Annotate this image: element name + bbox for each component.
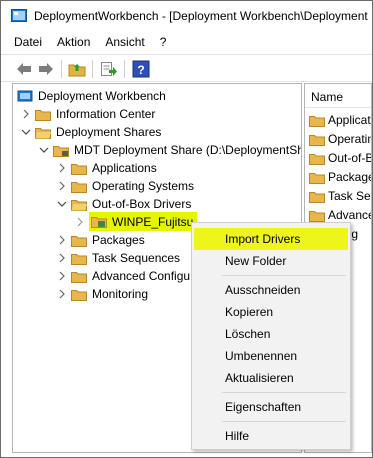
chevron-right-icon[interactable] [57, 163, 67, 173]
list-item-label: Packages [328, 170, 371, 184]
chevron-right-icon[interactable] [57, 253, 67, 263]
chevron-right-icon[interactable] [57, 235, 67, 245]
tree-label: Information Center [56, 107, 156, 121]
list-item-label: Operating [328, 132, 371, 146]
folder-icon [71, 235, 87, 247]
menu-item-copy[interactable]: Kopieren [194, 301, 348, 323]
folder-open-icon [71, 199, 87, 211]
export-list-icon[interactable] [100, 60, 118, 78]
folder-icon [71, 181, 87, 193]
chevron-right-icon[interactable] [75, 217, 85, 227]
app-icon [11, 9, 27, 22]
chevron-right-icon[interactable] [57, 289, 67, 299]
menu-item-rename[interactable]: Umbenennen [194, 345, 348, 367]
forward-arrow-icon[interactable] [37, 60, 55, 78]
folder-icon [309, 153, 325, 165]
folder-icon [71, 163, 87, 175]
menu-separator [222, 392, 346, 393]
folder-icon [71, 271, 87, 283]
tree-label: Operating Systems [92, 179, 195, 193]
tree-node-mdt-share[interactable]: MDT Deployment Share (D:\DeploymentSh [39, 141, 302, 159]
chevron-right-icon[interactable] [57, 271, 67, 281]
menu-item-cut[interactable]: Ausschneiden [194, 279, 348, 301]
tree-label: Deployment Shares [56, 125, 162, 139]
driver-folder-icon [91, 217, 107, 228]
tree-node-packages[interactable]: Packages [57, 231, 145, 249]
folder-icon [71, 289, 87, 301]
folder-icon [309, 115, 325, 127]
menu-separator [222, 421, 346, 422]
chevron-down-icon[interactable] [21, 127, 31, 137]
tree-node-applications[interactable]: Applications [57, 159, 157, 177]
list-item[interactable]: Packages [309, 168, 371, 186]
folder-icon [309, 134, 325, 146]
tree-node-winpe-fujitsu[interactable]: WINPE_Fujitsu [75, 212, 198, 231]
svg-text:?: ? [137, 63, 144, 77]
tree-node-operating-systems[interactable]: Operating Systems [57, 177, 194, 195]
chevron-down-icon[interactable] [39, 145, 49, 155]
list-item[interactable]: Applicatio [309, 111, 371, 129]
menu-item-import-drivers[interactable]: Import Drivers [194, 228, 348, 250]
tree-label: WINPE_Fujitsu [112, 214, 194, 229]
folder-icon [309, 172, 325, 184]
list-item-label: Applicatio [328, 113, 371, 127]
menu-item-help[interactable]: Hilfe [194, 425, 348, 447]
tree-node-advanced-configuration[interactable]: Advanced Configu [57, 267, 190, 285]
toolbar-separator [61, 60, 62, 78]
tree-node-out-of-box-drivers[interactable]: Out-of-Box Drivers [57, 195, 191, 213]
toolbar-separator [124, 60, 125, 78]
chevron-right-icon[interactable] [57, 181, 67, 191]
back-arrow-icon[interactable] [15, 60, 33, 78]
menu-separator [222, 275, 346, 276]
folder-open-icon [35, 127, 51, 139]
up-folder-icon[interactable] [68, 60, 86, 78]
folder-icon [35, 109, 51, 121]
tree-node-task-sequences[interactable]: Task Sequences [57, 249, 180, 267]
workbench-icon [17, 90, 33, 101]
tree-label: Task Sequences [92, 251, 181, 265]
list-item[interactable]: Operating [309, 130, 371, 148]
share-folder-icon [53, 145, 69, 157]
toolbar-separator [92, 60, 93, 78]
tree-label: Applications [92, 161, 157, 175]
tree-label: MDT Deployment Share (D:\DeploymentSh [74, 143, 302, 157]
menu-help[interactable]: ? [160, 35, 167, 49]
menu-file[interactable]: Datei [14, 35, 42, 49]
window-title: DeploymentWorkbench - [Deployment Workbe… [34, 9, 368, 23]
folder-icon [71, 253, 87, 265]
help-icon[interactable]: ? [132, 60, 150, 78]
list-item-label: Advance [328, 208, 372, 222]
column-header-name[interactable]: Name [305, 84, 371, 108]
list-item-label: Out-of-B [328, 151, 372, 165]
tree-label: Out-of-Box Drivers [92, 197, 192, 211]
title-bar: DeploymentWorkbench - [Deployment Workbe… [1, 1, 372, 29]
tree-node-deployment-shares[interactable]: Deployment Shares [21, 123, 161, 141]
menu-bar: Datei Aktion Ansicht ? [1, 31, 372, 53]
menu-item-properties[interactable]: Eigenschaften [194, 396, 348, 418]
menu-item-delete[interactable]: Löschen [194, 323, 348, 345]
selected-highlight: WINPE_Fujitsu [89, 212, 198, 231]
tree-node-monitoring[interactable]: Monitoring [57, 285, 148, 303]
list-item-label: Task Sequ [328, 189, 371, 203]
tree-label: Packages [92, 233, 145, 247]
folder-icon [309, 210, 325, 222]
tree-label: Advanced Configu [92, 269, 191, 283]
list-item[interactable]: Task Sequ [309, 187, 371, 205]
tree-label: Deployment Workbench [38, 89, 166, 103]
menu-action[interactable]: Aktion [57, 35, 90, 49]
context-menu: Import Drivers New Folder Ausschneiden K… [191, 222, 351, 450]
tree-node-deployment-workbench[interactable]: Deployment Workbench [17, 87, 166, 105]
chevron-right-icon[interactable] [21, 109, 31, 119]
menu-view[interactable]: Ansicht [105, 35, 144, 49]
menu-item-new-folder[interactable]: New Folder [194, 250, 348, 272]
chevron-down-icon[interactable] [57, 199, 67, 209]
menu-item-refresh[interactable]: Aktualisieren [194, 367, 348, 389]
folder-icon [309, 191, 325, 203]
tree-label: Monitoring [92, 287, 149, 301]
list-item[interactable]: Out-of-B [309, 149, 372, 167]
app-window: DeploymentWorkbench - [Deployment Workbe… [0, 0, 373, 458]
toolbar: ? [1, 54, 372, 82]
tree-node-information-center[interactable]: Information Center [21, 105, 155, 123]
